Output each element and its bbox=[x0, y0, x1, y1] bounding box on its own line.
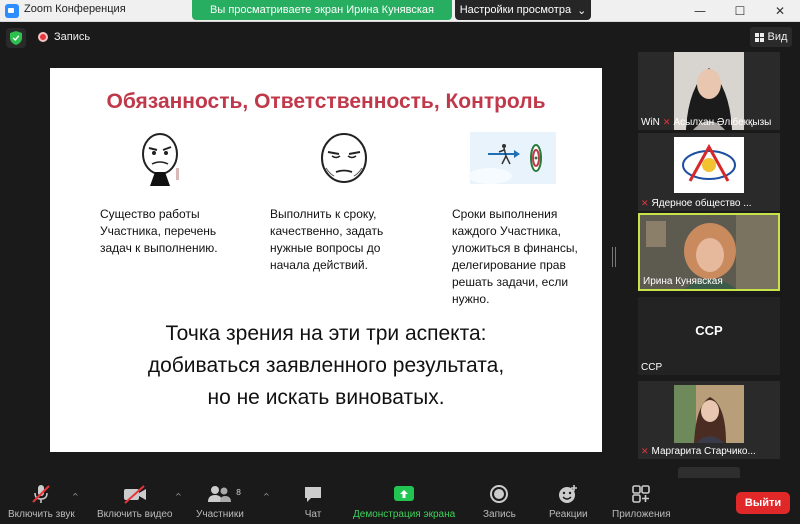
mic-muted-icon: ✕ bbox=[662, 117, 671, 127]
mic-muted-icon bbox=[30, 484, 52, 504]
column-2-text: Выполнить к сроку, качественно, задать н… bbox=[270, 206, 383, 274]
chat-button[interactable]: Чат bbox=[303, 484, 323, 520]
window-title: Zoom Конференция bbox=[24, 3, 126, 15]
column-1-line: Участника, перечень bbox=[100, 224, 217, 238]
record-label: Запись bbox=[483, 509, 516, 520]
chat-label: Чат bbox=[304, 509, 322, 520]
zoom-logo-icon bbox=[5, 4, 19, 18]
apps-icon bbox=[631, 484, 651, 504]
conclusion-line: но не искать виноватых. bbox=[207, 386, 445, 409]
reactions-label: Реакции bbox=[549, 509, 588, 520]
conclusion-line: добиваться заявленного результата, bbox=[147, 354, 505, 377]
participant-avatar-text: CCP bbox=[695, 323, 723, 338]
apps-label: Приложения bbox=[612, 509, 671, 520]
column-3-line: Сроки выполнения bbox=[452, 207, 558, 221]
meme-face-pipe-illustration bbox=[142, 133, 179, 186]
column-1-text: Существо работы Участника, перечень зада… bbox=[100, 206, 218, 257]
participants-label: Участники bbox=[196, 509, 244, 520]
column-3-line: уложиться в финансы, bbox=[452, 241, 578, 255]
participant-name-label: ✕ Маргарита Старчико... bbox=[641, 446, 756, 457]
participant-tile-active-speaker[interactable]: Ирина Кунявская bbox=[638, 213, 780, 291]
column-3-line: каждого Участника, bbox=[452, 224, 561, 238]
share-screen-icon bbox=[393, 484, 415, 504]
security-shield-button[interactable] bbox=[6, 28, 26, 48]
column-2-line: Выполнить к сроку, bbox=[270, 207, 377, 221]
video-off-icon bbox=[122, 484, 148, 504]
participant-name: Ирина Кунявская bbox=[643, 276, 723, 287]
column-2-line: начала действий. bbox=[270, 258, 368, 272]
participant-name: Ядерное общество ... bbox=[651, 198, 752, 209]
conclusion-line: Точка зрения на эти три аспекта: bbox=[165, 322, 487, 345]
participant-tile[interactable]: ✕ Маргарита Старчико... bbox=[638, 381, 780, 459]
participant-tile[interactable]: CCP CCP bbox=[638, 297, 780, 375]
record-dot-icon bbox=[38, 32, 48, 42]
audio-options-caret[interactable]: ^ bbox=[72, 492, 79, 501]
share-banner: Вы просматриваете экран Ирина Кунявская bbox=[192, 0, 452, 20]
column-3-line: решать задачи, если bbox=[452, 275, 569, 289]
unmute-label: Включить звук bbox=[8, 509, 75, 520]
view-button[interactable]: Вид bbox=[750, 27, 792, 47]
panel-splitter-handle[interactable] bbox=[612, 247, 616, 267]
participant-tile[interactable]: ✕ Ядерное общество ... bbox=[638, 133, 780, 211]
participant-name: CCP bbox=[641, 362, 663, 373]
start-video-button[interactable]: Включить видео bbox=[97, 484, 173, 520]
chat-icon bbox=[303, 484, 323, 504]
slide-conclusion: Точка зрения на эти три аспекта: добиват… bbox=[50, 318, 602, 414]
share-screen-button[interactable]: Демонстрация экрана bbox=[353, 484, 455, 520]
column-1-line: Существо работы bbox=[100, 207, 200, 221]
video-options-caret[interactable]: ^ bbox=[175, 492, 182, 501]
view-options-label: Настройки просмотра bbox=[459, 4, 572, 16]
grid-view-icon bbox=[754, 32, 764, 42]
target-goal-illustration bbox=[468, 132, 556, 184]
apps-button[interactable]: Приложения bbox=[612, 484, 671, 520]
participant-name-label: Ирина Кунявская bbox=[643, 276, 723, 287]
window-controls: — ☐ ✕ bbox=[680, 0, 800, 22]
reactions-icon bbox=[557, 484, 579, 504]
participant-name: Асылхан Әлібекқызы bbox=[673, 117, 772, 128]
mic-muted-icon: ✕ bbox=[641, 446, 649, 456]
participant-name: Маргарита Старчико... bbox=[651, 446, 756, 457]
participants-count: 8 bbox=[236, 488, 242, 497]
column-3-text: Сроки выполнения каждого Участника, улож… bbox=[452, 206, 578, 308]
participant-name-label: WiN ✕ Асылхан Әлібекқызы bbox=[641, 117, 771, 128]
unmute-button[interactable]: Включить звук bbox=[8, 484, 75, 520]
meme-face-illustration bbox=[321, 133, 367, 183]
maximize-button[interactable]: ☐ bbox=[720, 0, 760, 22]
participant-tile[interactable]: WiN ✕ Асылхан Әлібекқызы bbox=[638, 52, 780, 130]
slide-title: Обязанность, Ответственность, Контроль bbox=[106, 90, 546, 113]
close-window-button[interactable]: ✕ bbox=[760, 0, 800, 22]
minimize-button[interactable]: — bbox=[680, 0, 720, 22]
shared-screen-slide: Обязанность, Ответственность, Контроль С… bbox=[50, 68, 602, 452]
participants-icon bbox=[207, 484, 233, 504]
chevron-down-icon: ⌄ bbox=[577, 4, 587, 17]
share-screen-label: Демонстрация экрана bbox=[353, 509, 456, 520]
view-label: Вид bbox=[767, 31, 788, 43]
reactions-button[interactable]: Реакции bbox=[549, 484, 588, 520]
column-3-line: нужно. bbox=[452, 292, 490, 306]
record-icon bbox=[489, 484, 509, 504]
record-button[interactable]: Запись bbox=[483, 484, 516, 520]
participant-prefix: WiN bbox=[641, 117, 660, 128]
column-1-line: задач к выполнению. bbox=[100, 241, 218, 255]
column-2-line: качественно, задать bbox=[270, 224, 384, 238]
shield-icon bbox=[10, 31, 22, 45]
mic-muted-icon: ✕ bbox=[641, 198, 649, 208]
share-banner-text: Вы просматриваете экран Ирина Кунявская bbox=[210, 4, 434, 16]
column-2-line: нужные вопросы до bbox=[270, 241, 381, 255]
participant-name-label: ✕ Ядерное общество ... bbox=[641, 198, 752, 209]
participant-name-label: CCP bbox=[641, 362, 662, 373]
leave-meeting-button[interactable]: Выйти bbox=[736, 492, 790, 514]
leave-label: Выйти bbox=[744, 497, 782, 509]
participants-options-caret[interactable]: ^ bbox=[263, 492, 270, 501]
column-3-line: делегирование прав bbox=[452, 258, 566, 272]
view-options-button[interactable]: Настройки просмотра ⌄ bbox=[455, 0, 591, 20]
start-video-label: Включить видео bbox=[97, 509, 173, 520]
recording-indicator[interactable]: Запись bbox=[38, 31, 90, 43]
recording-label: Запись bbox=[54, 31, 91, 43]
